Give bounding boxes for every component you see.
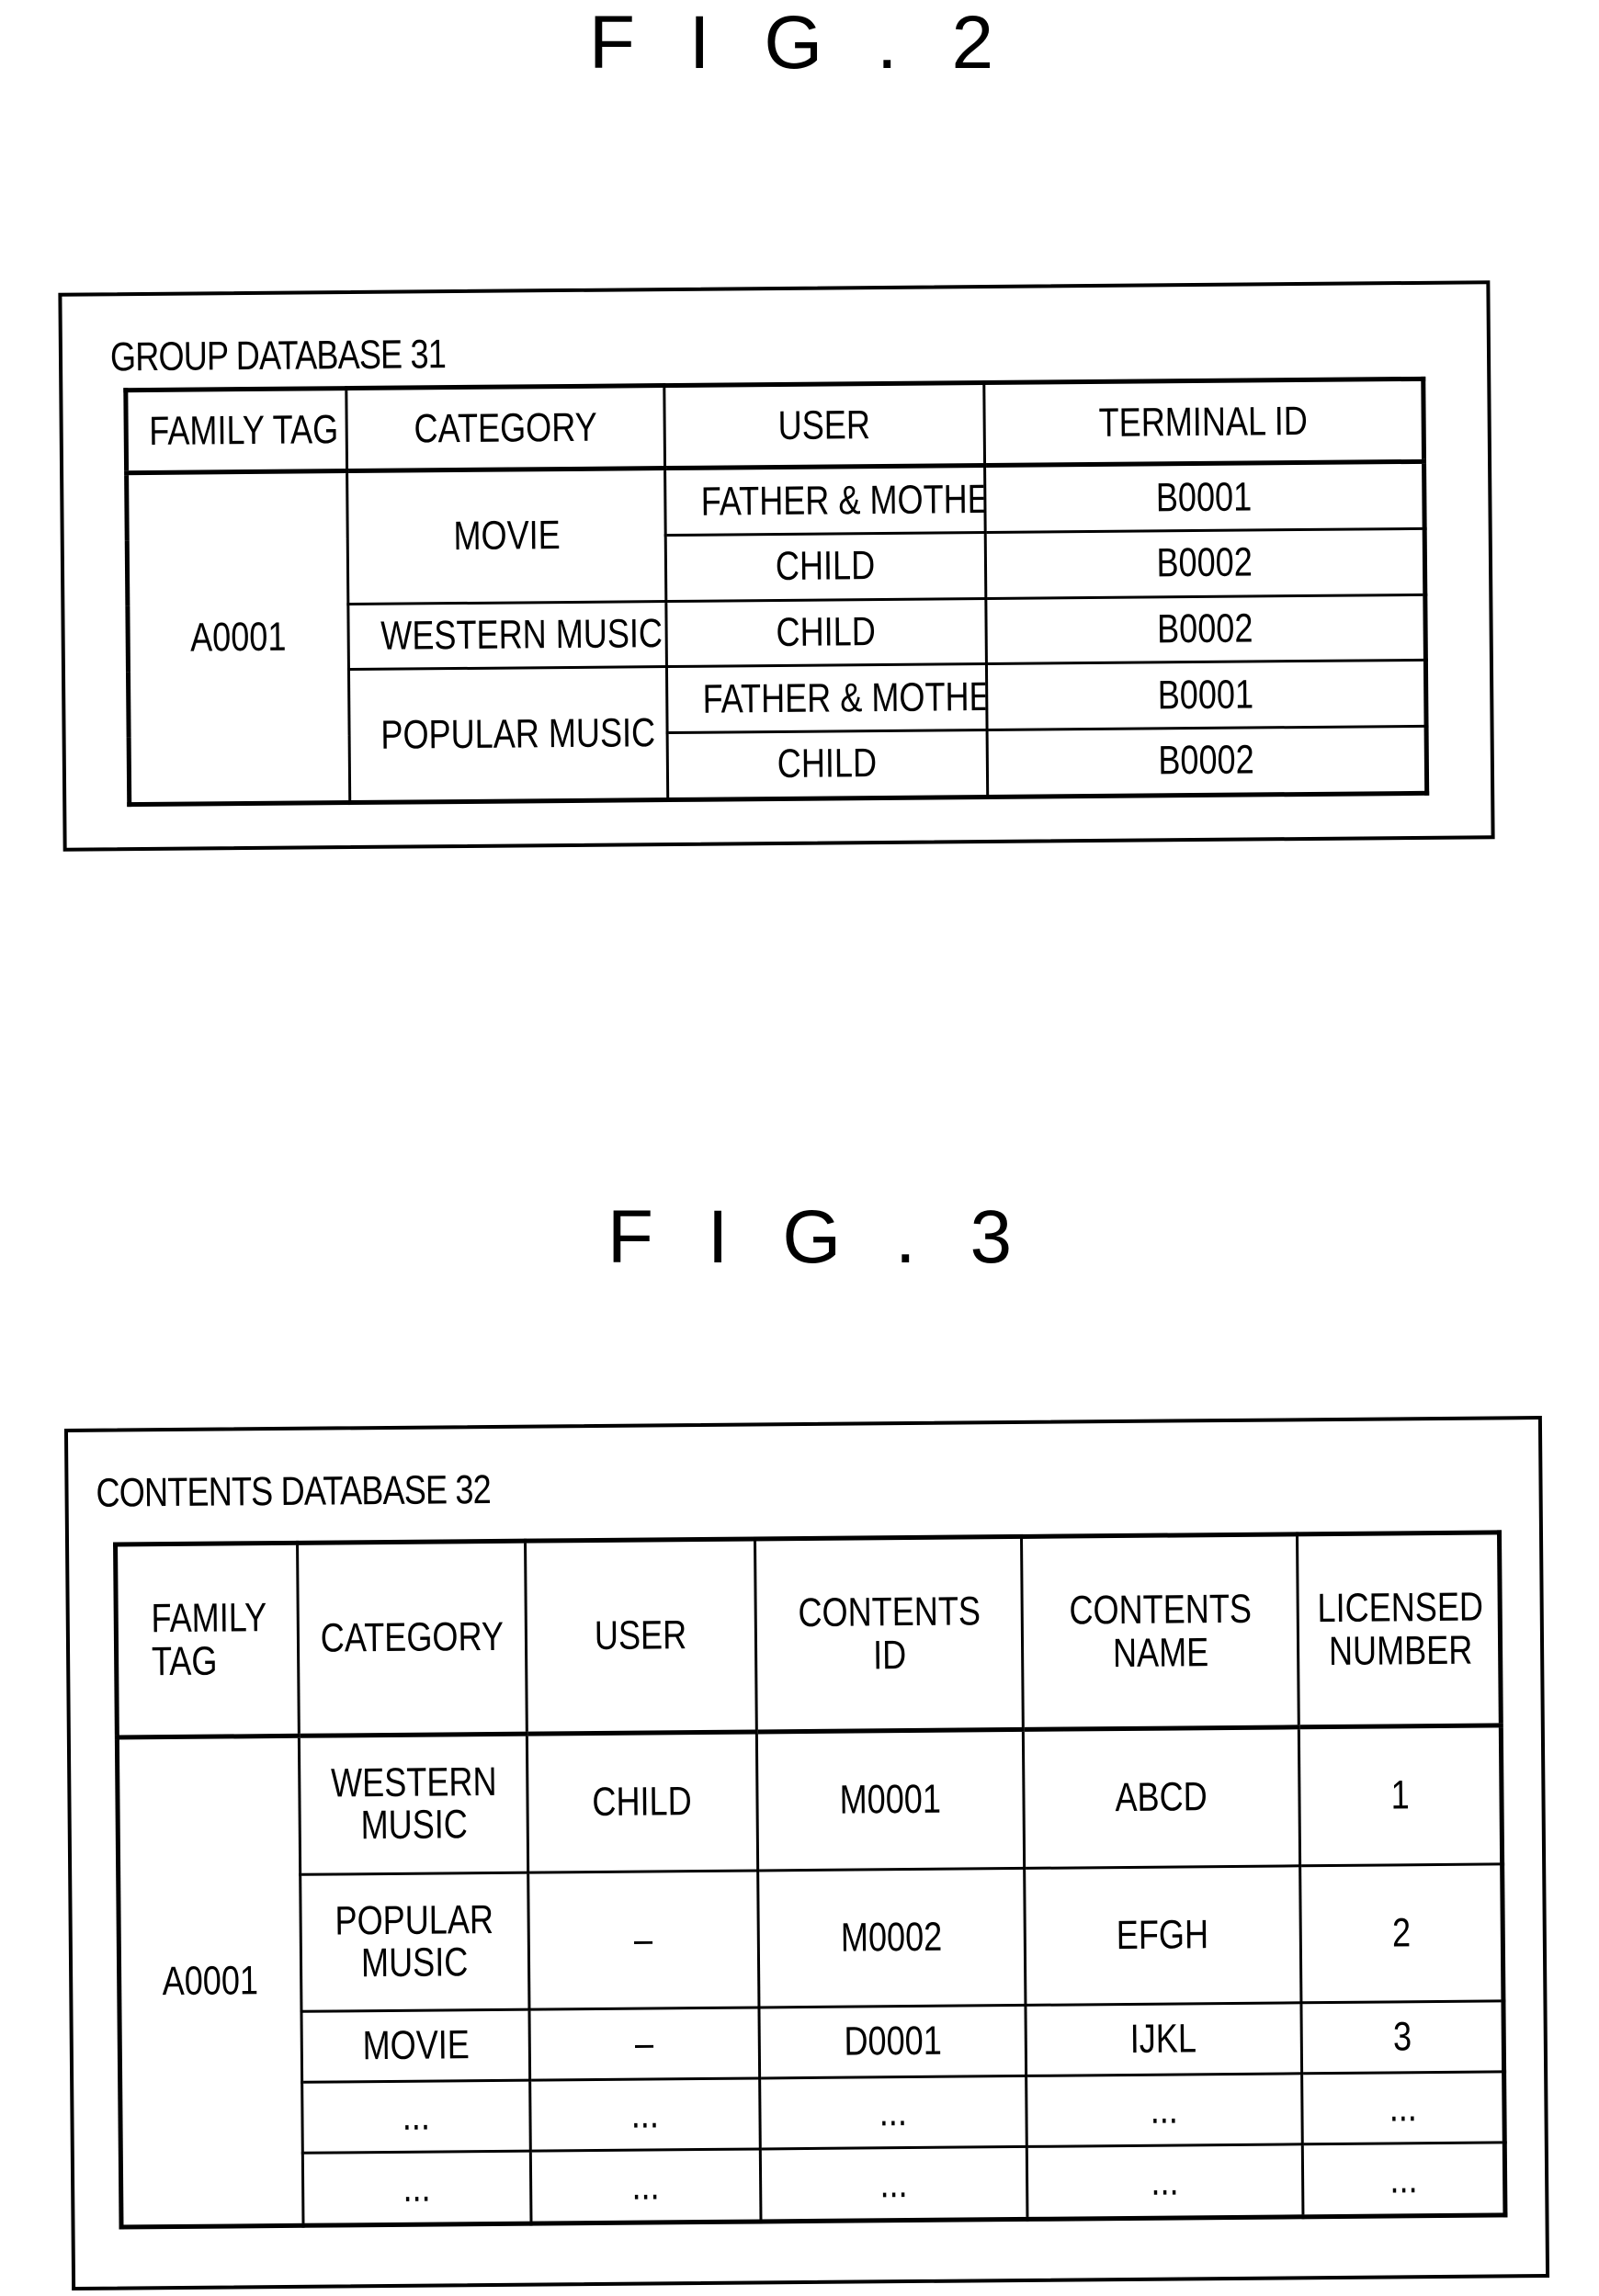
column-header-category: CATEGORY [346, 385, 665, 471]
contents-id-cell: ... [760, 2146, 1027, 2222]
contents-name-cell: ... [1026, 2144, 1303, 2220]
contents-name-cell: ABCD [1023, 1726, 1300, 1869]
user-cell: CHILD [667, 730, 988, 800]
family-tag-cell: A0001 [117, 1736, 304, 2228]
column-header-licensed-number: LICENSED NUMBER [1297, 1532, 1502, 1727]
column-header-category: CATEGORY [297, 1541, 527, 1736]
terminal-id-cell: B0002 [985, 594, 1426, 664]
family-tag-cell: A0001 [126, 470, 350, 805]
contents-database-title: CONTENTS DATABASE 32 [96, 1466, 492, 1516]
column-header-terminal-id: TERMINAL ID [983, 379, 1424, 466]
column-header-contents-name: CONTENTS NAME [1021, 1533, 1299, 1730]
category-cell: WESTERN MUSIC [347, 601, 667, 670]
column-header-family-tag: FAMILY TAG [115, 1543, 300, 1738]
category-cell: ... [302, 2151, 532, 2226]
terminal-id-cell: B0002 [985, 528, 1425, 599]
user-cell: CHILD [665, 532, 986, 602]
table-row: A0001 WESTERN MUSIC CHILD M0001 ABCD 1 [117, 1725, 1503, 2228]
contents-database-box: CONTENTS DATABASE 32 FAMILY TAG CATEGORY … [63, 1416, 1550, 2290]
table-row: ... ... ... ... ... [120, 2072, 1505, 2155]
category-cell: MOVIE [346, 468, 666, 605]
figure-3-title: F I G . 3 [607, 1195, 1029, 1279]
contents-id-cell: D0001 [758, 2005, 1026, 2079]
licensed-number-cell: 1 [1298, 1725, 1503, 1866]
category-cell: POPULAR MUSIC [300, 1872, 529, 2012]
terminal-id-cell: B0001 [984, 461, 1425, 533]
contents-name-cell: IJKL [1025, 2003, 1302, 2076]
user-cell: ... [530, 2149, 761, 2224]
category-cell: ... [301, 2080, 531, 2154]
figure-2-title: F I G . 2 [588, 1, 1011, 85]
group-database-title: GROUP DATABASE 31 [109, 332, 447, 380]
contents-id-cell: M0002 [757, 1868, 1026, 2008]
licensed-number-cell: 2 [1299, 1863, 1503, 2004]
category-cell: POPULAR MUSIC [348, 666, 668, 803]
column-header-family-tag: FAMILY TAG [125, 388, 347, 473]
contents-database-table: FAMILY TAG CATEGORY USER CONTENTS ID CONTE… [113, 1530, 1508, 2230]
table-row: MOVIE – D0001 IJKL 3 [119, 2001, 1504, 2084]
terminal-id-cell: B0001 [986, 660, 1427, 730]
column-header-user: USER [525, 1538, 757, 1735]
contents-name-cell: ... [1026, 2074, 1303, 2147]
contents-name-cell: EFGH [1024, 1865, 1301, 2006]
column-header-contents-id: CONTENTS ID [754, 1536, 1024, 1732]
category-cell: WESTERN MUSIC [299, 1734, 528, 1875]
user-cell: – [528, 2008, 760, 2081]
contents-id-cell: ... [759, 2075, 1027, 2150]
terminal-id-cell: B0002 [987, 726, 1427, 797]
user-cell: CHILD [665, 598, 987, 667]
user-cell: CHILD [527, 1731, 758, 1873]
contents-id-cell: M0001 [756, 1729, 1025, 1871]
licensed-number-cell: ... [1302, 2143, 1505, 2217]
table-row: A0001 MOVIE FATHER & MOTHER B0001 [126, 461, 1425, 805]
user-cell: ... [529, 2078, 761, 2152]
column-header-user: USER [663, 382, 985, 469]
table-row: ... ... ... ... ... [120, 2143, 1505, 2227]
category-cell: MOVIE [301, 2009, 530, 2083]
group-database-box: GROUP DATABASE 31 FAMILY TAG CATEGORY US… [58, 280, 1495, 852]
user-cell: FATHER & MOTHER [664, 465, 986, 536]
group-database-table: FAMILY TAG CATEGORY USER TERMINAL ID A00… [123, 376, 1430, 808]
user-cell: FATHER & MOTHER [666, 663, 988, 733]
user-cell: – [527, 1870, 759, 2010]
licensed-number-cell: 3 [1300, 2001, 1504, 2075]
table-row: POPULAR MUSIC – M0002 EFGH 2 [119, 1863, 1503, 2014]
licensed-number-cell: ... [1301, 2072, 1505, 2145]
